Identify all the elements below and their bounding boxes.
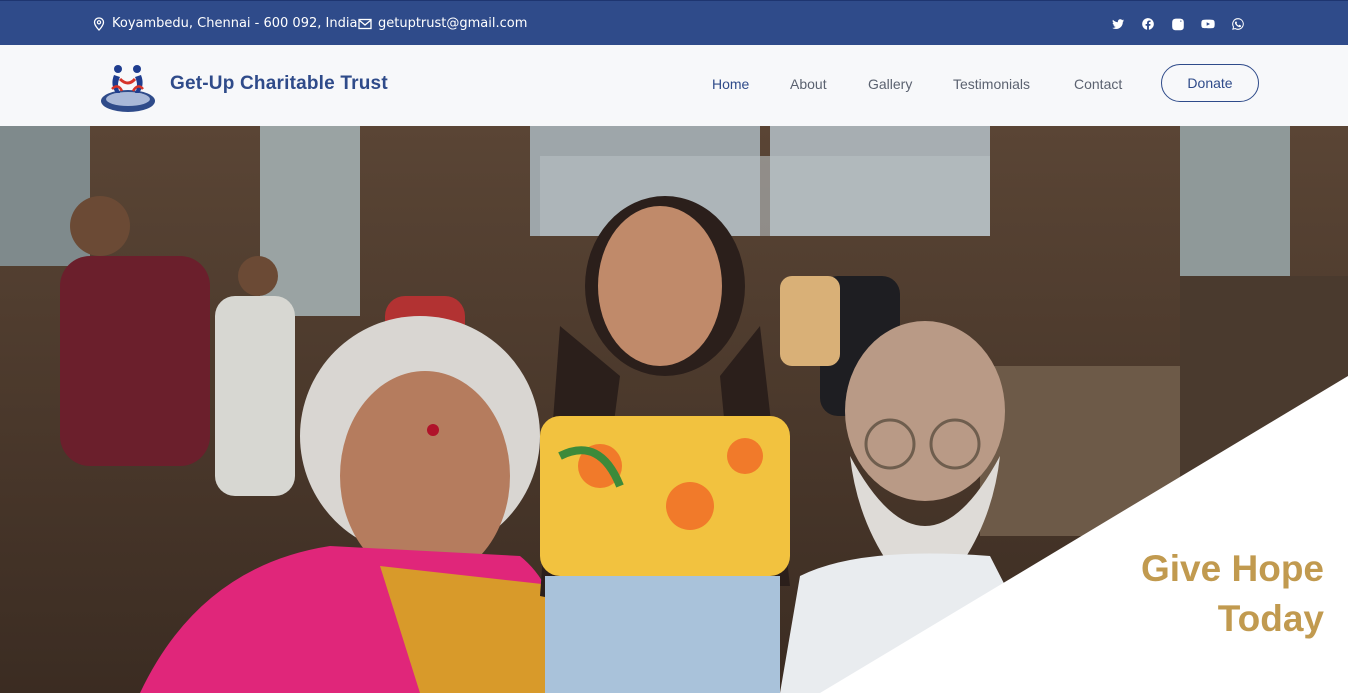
instagram-icon[interactable] [1168, 14, 1188, 34]
email-info[interactable]: getuptrust@gmail.com [358, 1, 527, 46]
nav-contact[interactable]: Contact [1074, 76, 1122, 92]
location-pin-icon [92, 16, 106, 31]
nav-about[interactable]: About [790, 76, 827, 92]
social-links [1108, 1, 1258, 46]
brand-name[interactable]: Get-Up Charitable Trust [170, 73, 388, 95]
envelope-icon [358, 17, 372, 31]
email-link[interactable]: getuptrust@gmail.com [378, 16, 527, 31]
tagline-line-1: Give Hope [1141, 548, 1324, 589]
donate-button[interactable]: Donate [1161, 64, 1259, 102]
top-info-bar: Koyambedu, Chennai - 600 092, India getu… [0, 0, 1348, 45]
address-info: Koyambedu, Chennai - 600 092, India [92, 1, 357, 46]
hero-banner: Give Hope Today [0, 126, 1348, 693]
nav-gallery[interactable]: Gallery [868, 76, 912, 92]
facebook-icon[interactable] [1138, 14, 1158, 34]
twitter-icon[interactable] [1108, 14, 1128, 34]
nav-testimonials[interactable]: Testimonials [953, 76, 1030, 92]
nav-home[interactable]: Home [712, 76, 749, 92]
whatsapp-icon[interactable] [1228, 14, 1248, 34]
address-text: Koyambedu, Chennai - 600 092, India [112, 16, 358, 31]
hero-tagline: Give Hope Today [1141, 544, 1324, 644]
youtube-icon[interactable] [1198, 14, 1218, 34]
site-header: Get-Up Charitable Trust Home About Galle… [0, 45, 1348, 126]
tagline-line-2: Today [1217, 598, 1324, 639]
trust-logo[interactable] [98, 57, 158, 115]
